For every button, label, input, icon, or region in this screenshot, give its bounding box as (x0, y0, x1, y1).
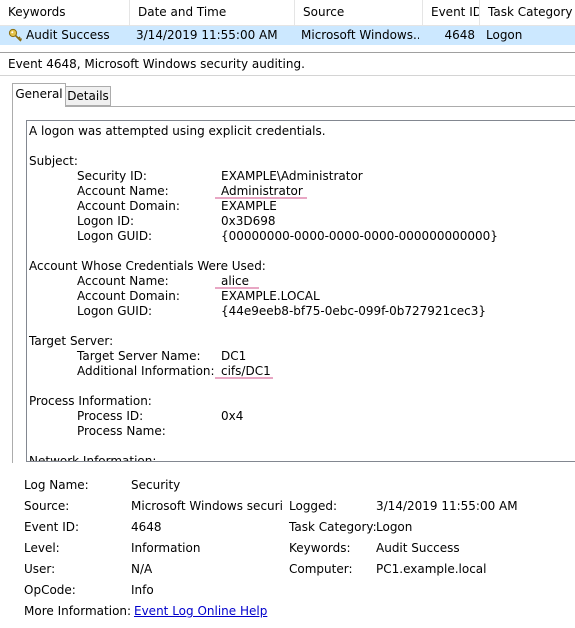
network-information-header: Network Information: (29, 454, 157, 462)
column-header-keywords[interactable]: Keywords (0, 0, 130, 25)
subject-header: Subject: (29, 154, 78, 168)
event-row-event-id: 4648 (444, 28, 475, 42)
event-properties: Log Name: Security Source: Microsoft Win… (0, 470, 575, 628)
event-id-value: 4648 (131, 520, 162, 534)
event-row-source: Microsoft Windows... (301, 28, 419, 42)
logon-id-value: 0x3D698 (221, 214, 276, 228)
divider (0, 75, 575, 76)
opcode-label: OpCode: (24, 583, 76, 597)
computer-label: Computer: (289, 562, 353, 576)
keywords-value: Audit Success (376, 541, 460, 555)
account-domain-label: Account Domain: (77, 289, 180, 303)
event-row-task-category: Logon (486, 28, 523, 42)
additional-information-label: Additional Information: (77, 364, 215, 378)
level-value: Information (131, 541, 201, 555)
computer-value: PC1.example.local (376, 562, 487, 576)
task-category-value: Logon (376, 520, 413, 534)
event-row[interactable]: Audit Success 3/14/2019 11:55:00 AM Micr… (0, 26, 575, 45)
process-information-header: Process Information: (29, 394, 152, 408)
tab-details[interactable]: Details (66, 86, 111, 106)
logged-value: 3/14/2019 11:55:00 AM (376, 499, 518, 513)
column-header-task-category[interactable]: Task Category (480, 0, 575, 25)
event-description-textbox[interactable]: A logon was attempted using explicit cre… (26, 120, 575, 462)
subject-logon-guid-value: {00000000-0000-0000-0000-000000000000} (221, 229, 498, 243)
task-category-label: Task Category: (289, 520, 377, 534)
logon-guid-label: Logon GUID: (77, 229, 153, 243)
process-name-label: Process Name: (77, 424, 166, 438)
description-intro: A logon was attempted using explicit cre… (29, 124, 326, 138)
event-row-date-time: 3/14/2019 11:55:00 AM (136, 28, 278, 42)
process-id-label: Process ID: (77, 409, 144, 423)
tab-general[interactable]: General (12, 83, 66, 107)
source-value: Microsoft Windows security (131, 499, 283, 513)
security-id-label: Security ID: (77, 169, 147, 183)
logon-id-label: Logon ID: (77, 214, 135, 228)
keywords-label: Keywords: (289, 541, 351, 555)
security-id-value: EXAMPLE\Administrator (221, 169, 363, 183)
more-information-label: More Information: (24, 604, 132, 618)
credentials-header: Account Whose Credentials Were Used: (29, 259, 266, 273)
opcode-value: Info (131, 583, 154, 597)
event-id-label: Event ID: (24, 520, 80, 534)
target-server-header: Target Server: (29, 334, 114, 348)
target-server-name-label: Target Server Name: (77, 349, 201, 363)
account-name-label: Account Name: (77, 274, 169, 288)
logon-guid-label: Logon GUID: (77, 304, 153, 318)
event-row-keywords: Audit Success (26, 28, 110, 42)
user-value: N/A (131, 562, 153, 576)
credentials-account-domain-value: EXAMPLE.LOCAL (221, 289, 320, 303)
event-detail-title: Event 4648, Microsoft Windows security a… (0, 52, 575, 74)
log-name-label: Log Name: (24, 478, 89, 492)
key-icon (8, 28, 23, 42)
source-label: Source: (24, 499, 70, 513)
user-label: User: (24, 562, 56, 576)
column-header-event-id[interactable]: Event ID (423, 0, 480, 25)
credentials-logon-guid-value: {44e9eeb8-bf75-0ebc-099f-0b727921cec3} (221, 304, 486, 318)
event-log-online-help-link[interactable]: Event Log Online Help (134, 601, 267, 622)
account-name-label: Account Name: (77, 184, 169, 198)
column-header-date-time[interactable]: Date and Time (130, 0, 295, 25)
level-label: Level: (24, 541, 60, 555)
subject-account-domain-value: EXAMPLE (221, 199, 277, 213)
log-name-value: Security (131, 478, 181, 492)
target-server-name-value: DC1 (221, 349, 247, 363)
logged-label: Logged: (289, 499, 338, 513)
process-id-value: 0x4 (221, 409, 244, 423)
account-domain-label: Account Domain: (77, 199, 180, 213)
event-list-header: Keywords Date and Time Source Event ID T… (0, 0, 575, 26)
column-header-source[interactable]: Source (295, 0, 423, 25)
event-list: Keywords Date and Time Source Event ID T… (0, 0, 575, 48)
